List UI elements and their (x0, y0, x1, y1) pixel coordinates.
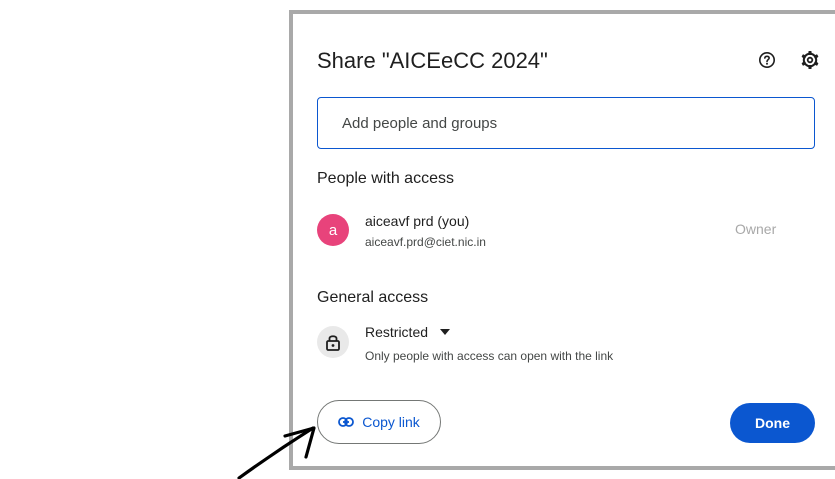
general-access-description: Only people with access can open with th… (365, 349, 614, 363)
gear-icon[interactable] (800, 50, 820, 70)
general-access-selected: Restricted (365, 324, 429, 340)
avatar: a (317, 214, 349, 246)
lock-icon (317, 326, 349, 358)
caret-down-icon (440, 329, 451, 335)
link-icon (338, 417, 355, 427)
general-access-heading: General access (317, 289, 429, 306)
done-button[interactable]: Done (730, 403, 815, 443)
share-dialog: Share "AICEeCC 2024" Add people and grou… (293, 14, 835, 466)
user-name: aiceavf prd (you) (365, 213, 470, 229)
user-role: Owner (735, 221, 777, 237)
dialog-title: Share "AICEeCC 2024" (317, 48, 548, 73)
share-dialog-frame: Share "AICEeCC 2024" Add people and grou… (289, 10, 835, 470)
help-icon[interactable] (757, 50, 777, 70)
people-with-access-heading: People with access (317, 170, 454, 187)
general-access-dropdown[interactable]: Restricted (365, 324, 451, 340)
add-people-input[interactable] (317, 97, 815, 149)
copy-link-button[interactable]: Copy link (317, 400, 441, 444)
copy-link-label: Copy link (362, 414, 420, 430)
user-email: aiceavf.prd@ciet.nic.in (365, 235, 486, 249)
